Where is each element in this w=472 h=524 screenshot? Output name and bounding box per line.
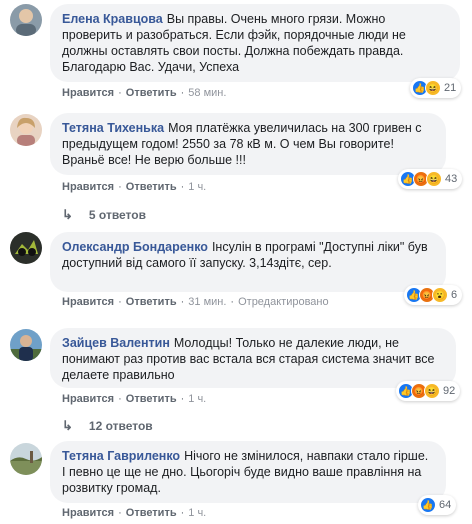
comment-bubble: Зайцев Валентин Молодцы! Только не далеки… (50, 328, 456, 388)
reaction-summary[interactable]: 👍 64 (418, 495, 457, 515)
reaction-count: 43 (445, 173, 458, 185)
comment-text: Елена Кравцова Вы правы. Очень много гряз… (62, 11, 448, 75)
comment-text: Зайцев Валентин Молодцы! Только не далеки… (62, 335, 444, 383)
comment-bubble: Олександр Бондаренко Інсулін в програмі "… (50, 232, 446, 292)
reply-link[interactable]: Ответить (126, 181, 177, 193)
reply-arrow-icon: ↳ (62, 418, 73, 433)
reaction-count: 92 (443, 385, 456, 397)
reaction-count: 6 (451, 289, 458, 301)
like-link[interactable]: Нравится (62, 507, 114, 519)
like-icon: 👍 (420, 497, 436, 513)
comment-actions: Нравится · Ответить · 58 мин. (62, 87, 227, 99)
comment-bubble: Елена Кравцова Вы правы. Очень много гряз… (50, 4, 460, 82)
avatar[interactable] (10, 114, 42, 146)
comment-author[interactable]: Елена Кравцова (62, 12, 163, 26)
like-link[interactable]: Нравится (62, 393, 114, 405)
haha-icon: 😆 (426, 171, 442, 187)
reply-link[interactable]: Ответить (126, 296, 177, 308)
reply-arrow-icon: ↳ (62, 207, 73, 222)
comment-time[interactable]: 1 ч. (188, 393, 206, 405)
avatar[interactable] (10, 443, 42, 475)
view-replies-link[interactable]: ↳ 12 ответов (62, 418, 153, 434)
reaction-summary[interactable]: 👍 😡 😮 6 (404, 285, 463, 305)
reaction-count: 64 (439, 499, 452, 511)
comment-author[interactable]: Олександр Бондаренко (62, 240, 208, 254)
like-link[interactable]: Нравится (62, 87, 114, 99)
view-replies-link[interactable]: ↳ 5 ответов (62, 207, 146, 223)
replies-count: 12 ответов (88, 419, 153, 433)
reply-link[interactable]: Ответить (126, 393, 177, 405)
reaction-summary[interactable]: 👍 😡 😆 43 (398, 169, 463, 189)
comment-time[interactable]: 58 мин. (188, 87, 226, 99)
comment-actions: Нравится · Ответить · 1 ч. (62, 393, 207, 405)
comment-author[interactable]: Тетяна Гавриленко (62, 449, 180, 463)
comment-actions: Нравится · Ответить · 31 мин. · Отредактирован… (62, 296, 329, 308)
reply-link[interactable]: Ответить (126, 507, 177, 519)
replies-count: 5 ответов (88, 208, 146, 222)
comment-author[interactable]: Зайцев Валентин (62, 336, 170, 350)
haha-icon: 😆 (424, 383, 440, 399)
comment-text: Тетяна Гавриленко Нічого не змінилося, на… (62, 448, 434, 496)
comment-time[interactable]: 31 мин. (188, 296, 226, 308)
comment-text: Тетяна Тихенька Моя платёжка увеличилась … (62, 120, 434, 168)
comment-text: Олександр Бондаренко Інсулін в програмі "… (62, 239, 434, 271)
comment-actions: Нравится · Ответить · 1 ч. (62, 507, 207, 519)
comment-bubble: Тетяна Тихенька Моя платёжка увеличилась … (50, 113, 446, 175)
reaction-summary[interactable]: 👍 😆 21 (410, 78, 462, 98)
comment-bubble: Тетяна Гавриленко Нічого не змінилося, на… (50, 441, 446, 503)
avatar[interactable] (10, 232, 42, 264)
comment-time[interactable]: 1 ч. (188, 181, 206, 193)
edited-label[interactable]: Отредактировано (238, 296, 329, 308)
like-link[interactable]: Нравится (62, 181, 114, 193)
avatar[interactable] (10, 4, 42, 36)
reaction-count: 21 (444, 82, 457, 94)
reaction-summary[interactable]: 👍 😡 😆 92 (396, 381, 461, 401)
comment-time[interactable]: 1 ч. (188, 507, 206, 519)
haha-icon: 😆 (425, 80, 441, 96)
avatar[interactable] (10, 329, 42, 361)
comment-author[interactable]: Тетяна Тихенька (62, 121, 164, 135)
reply-link[interactable]: Ответить (126, 87, 177, 99)
like-link[interactable]: Нравится (62, 296, 114, 308)
wow-icon: 😮 (432, 287, 448, 303)
comment-actions: Нравится · Ответить · 1 ч. (62, 181, 207, 193)
